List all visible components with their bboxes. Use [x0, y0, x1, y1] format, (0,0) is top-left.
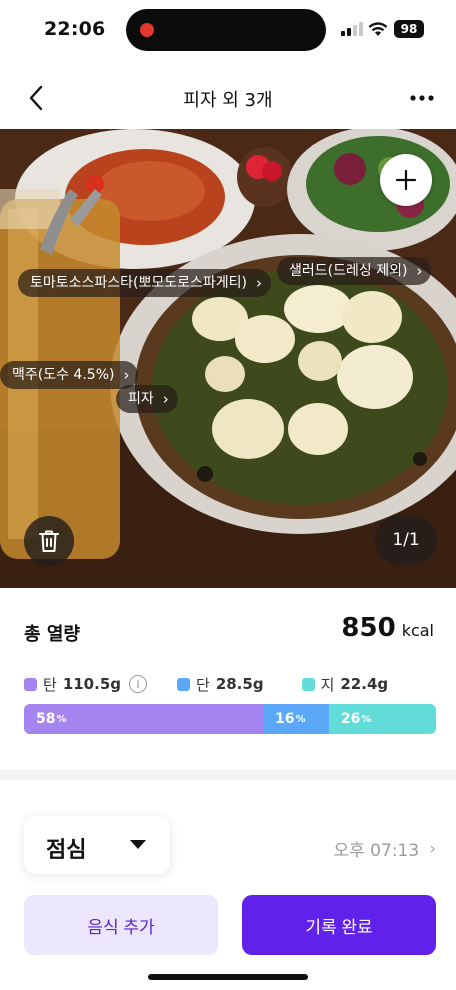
food-tag-beer[interactable]: 맥주(도수 4.5%) ›	[0, 361, 139, 389]
photo-page-indicator: 1/1	[375, 515, 437, 565]
cellular-signal-icon	[341, 22, 363, 36]
more-button[interactable]	[404, 82, 440, 114]
wifi-icon	[368, 22, 388, 36]
carb-ratio-label: 58	[36, 711, 56, 727]
battery-icon: 98	[394, 20, 424, 38]
food-tag-salad[interactable]: 샐러드(드레싱 제외) ›	[277, 257, 432, 285]
meal-time-label: 오후 07:13	[333, 841, 420, 861]
add-food-button[interactable]: 음식 추가	[24, 895, 218, 955]
total-calories-number: 850	[341, 613, 396, 643]
food-tag-label: 샐러드(드레싱 제외)	[289, 263, 408, 279]
meal-time-button[interactable]: 오후 07:13 ›	[333, 836, 437, 862]
chevron-right-icon: ›	[162, 390, 169, 408]
delete-photo-button[interactable]	[24, 516, 74, 566]
fat-ratio-label: 26	[340, 711, 361, 727]
protein-ratio-segment: 16%	[262, 704, 329, 734]
more-dots-icon	[410, 95, 434, 101]
chevron-right-icon: ›	[256, 274, 263, 292]
fat-ratio-segment: 26%	[328, 704, 436, 734]
protein-color-dot	[177, 677, 190, 691]
chevron-right-icon: ›	[429, 838, 436, 859]
carb-label: 탄	[43, 675, 57, 694]
dynamic-island	[126, 9, 326, 51]
food-tag-pasta[interactable]: 토마토소스파스타(뽀모도로스파게티) ›	[18, 269, 272, 297]
total-calories-unit: kcal	[401, 621, 434, 640]
fat-color-dot	[301, 677, 315, 691]
plus-icon	[395, 169, 417, 191]
caret-down-icon	[130, 840, 146, 849]
food-tag-label: 맥주(도수 4.5%)	[12, 367, 115, 383]
carb-value: 110.5g	[62, 675, 121, 693]
food-tag-label: 토마토소스파스타(뽀모도로스파게티)	[30, 275, 248, 291]
section-divider	[0, 770, 456, 780]
carb-color-dot	[24, 677, 37, 691]
info-icon[interactable]: i	[129, 675, 147, 693]
trash-icon	[39, 530, 59, 552]
status-time: 22:06	[44, 18, 106, 40]
protein-value: 28.5g	[215, 675, 264, 693]
total-calories-label: 총 열량	[24, 624, 80, 645]
complete-record-button[interactable]: 기록 완료	[242, 895, 436, 955]
protein-label: 단	[196, 675, 210, 694]
carb-ratio-segment: 58%	[24, 704, 263, 734]
page-title: 피자 외 3개	[183, 90, 273, 111]
food-tag-pizza[interactable]: 피자 ›	[116, 385, 178, 413]
status-bar: 22:06 98	[0, 0, 456, 56]
fat-label: 지	[320, 675, 335, 694]
food-tag-label: 피자	[128, 391, 154, 407]
macro-ratio-bar: 58% 16% 26%	[24, 704, 436, 734]
home-indicator	[148, 974, 308, 980]
meal-type-label: 점심	[46, 838, 87, 863]
nav-bar: 피자 외 3개	[0, 70, 456, 126]
add-photo-button[interactable]	[380, 154, 432, 206]
protein-ratio-label: 16	[274, 711, 295, 727]
chevron-right-icon: ›	[416, 262, 423, 280]
meal-type-dropdown[interactable]: 점심	[24, 816, 170, 874]
total-calories-value: 850 kcal	[341, 613, 434, 643]
recording-indicator	[140, 23, 154, 37]
macro-legend: 탄 110.5g i 단 28.5g 지 22.4g	[24, 672, 388, 696]
fat-value: 22.4g	[340, 675, 389, 693]
